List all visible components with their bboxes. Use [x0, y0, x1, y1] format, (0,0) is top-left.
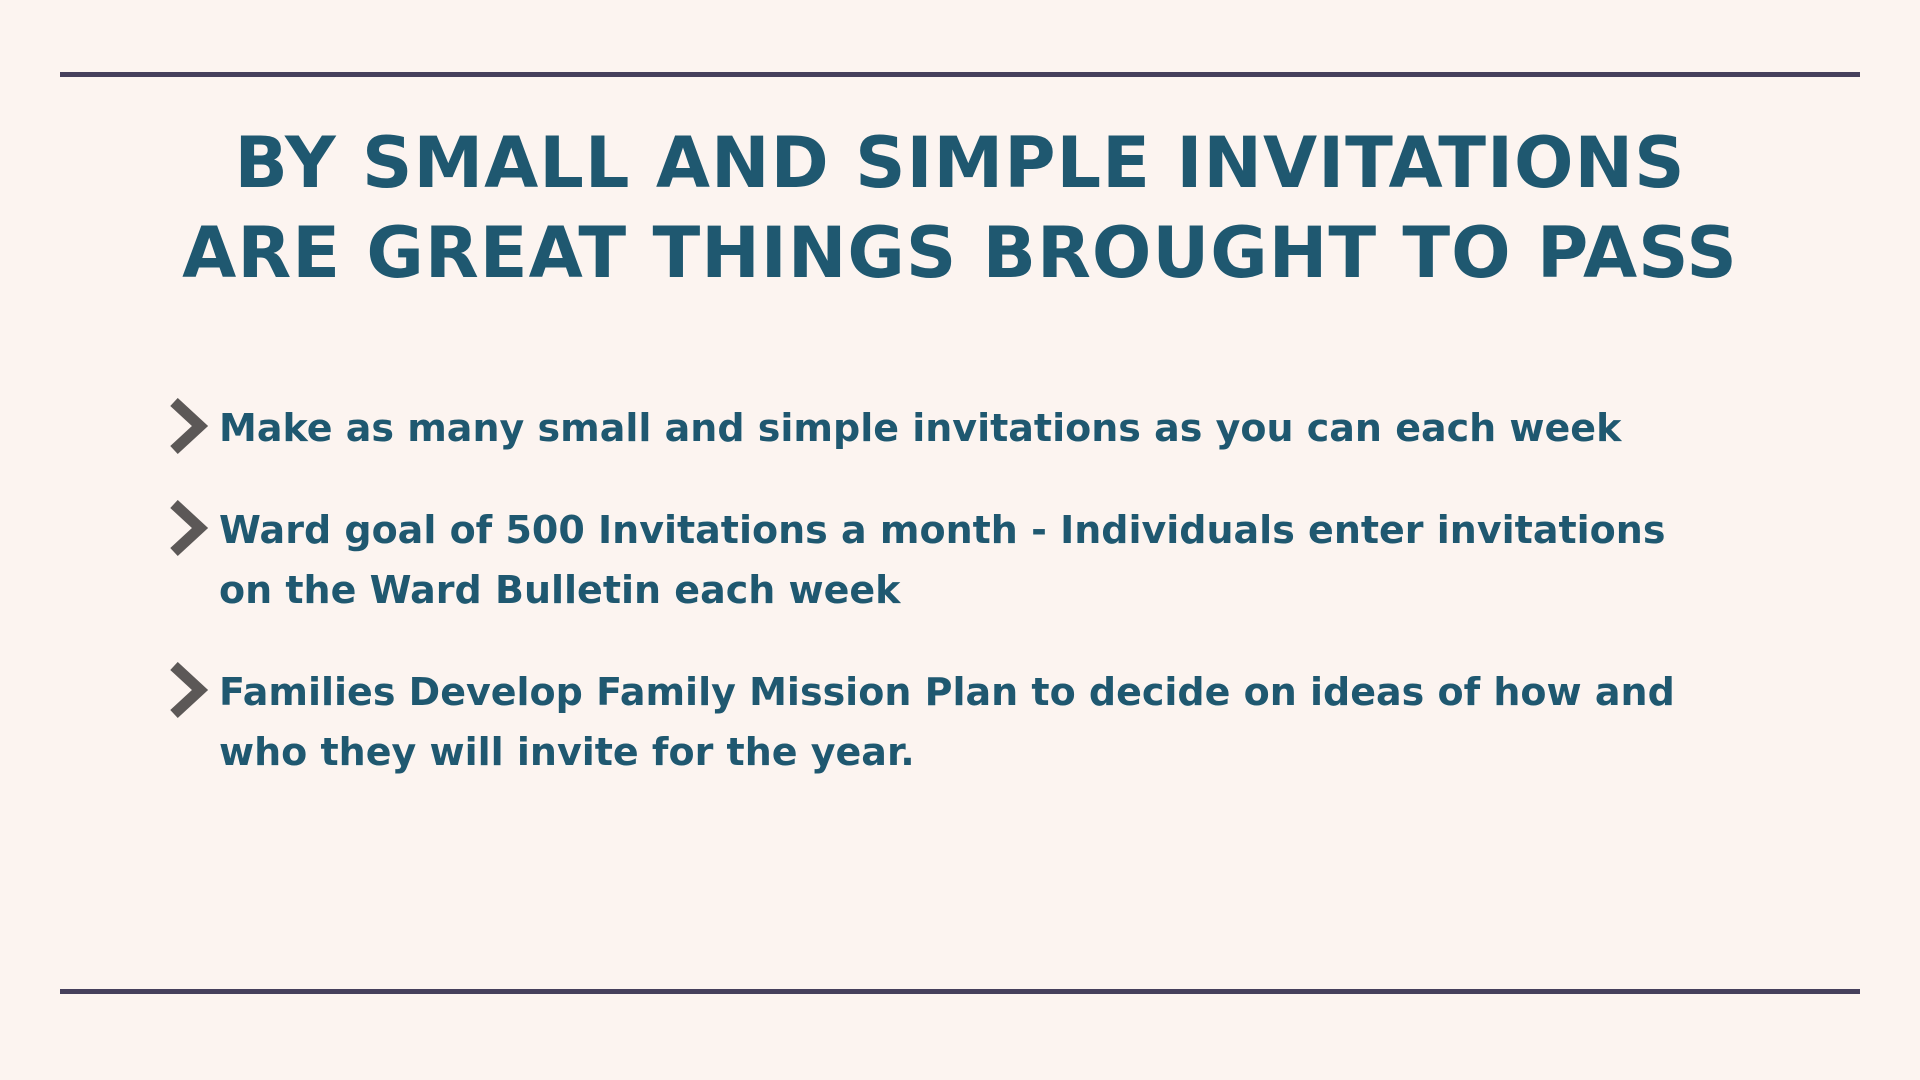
bullet-item: Families Develop Family Mission Plan to … — [165, 662, 1725, 782]
chevron-right-icon — [165, 500, 211, 560]
bottom-divider — [60, 989, 1860, 994]
top-divider — [60, 72, 1860, 77]
bullet-item: Ward goal of 500 Invitations a month - I… — [165, 500, 1725, 620]
chevron-right-icon — [165, 662, 211, 722]
bullet-item: Make as many small and simple invitation… — [165, 398, 1725, 458]
chevron-right-icon — [165, 398, 211, 458]
title-line-2: ARE GREAT THINGS BROUGHT TO PASS — [182, 212, 1738, 294]
bullet-list: Make as many small and simple invitation… — [165, 398, 1725, 824]
slide-title: BY SMALL AND SIMPLE INVITATIONS ARE GREA… — [0, 118, 1920, 298]
title-line-1: BY SMALL AND SIMPLE INVITATIONS — [234, 122, 1686, 204]
bullet-text: Make as many small and simple invitation… — [219, 406, 1622, 450]
bullet-text: Ward goal of 500 Invitations a month - I… — [219, 508, 1666, 612]
bullet-text: Families Develop Family Mission Plan to … — [219, 670, 1675, 774]
